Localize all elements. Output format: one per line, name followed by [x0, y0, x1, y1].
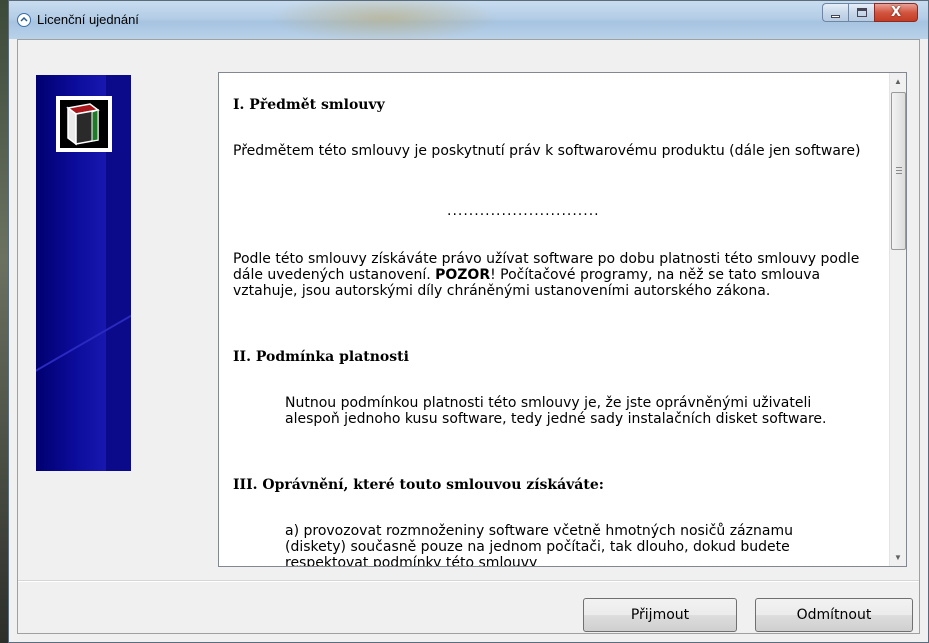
window-title: Licenční ujednání — [37, 12, 139, 27]
titlebar-background-art-red — [689, 11, 809, 39]
close-icon: X — [890, 5, 902, 20]
paragraph: a) provozovat rozmnoženiny software včet… — [285, 523, 793, 567]
app-icon[interactable] — [17, 13, 31, 27]
minimize-icon — [831, 15, 840, 18]
decline-button[interactable]: Odmítnout — [755, 598, 913, 632]
paragraph: Předmětem této smlouvy je poskytnutí prá… — [233, 143, 861, 159]
product-logo — [56, 96, 112, 152]
license-text-box[interactable]: I. Předmět smlouvy Předmětem této smlouv… — [218, 72, 907, 567]
section-heading: III. Oprávnění, které touto smlouvou zís… — [233, 477, 604, 493]
license-dialog: Licenční ujednání X I. Předmět smlouvy P… — [8, 0, 929, 643]
scroll-thumb[interactable] — [891, 92, 906, 250]
dialog-client-area: I. Předmět smlouvy Předmětem této smlouv… — [17, 39, 920, 634]
minimize-button[interactable] — [822, 3, 848, 22]
separator-dots: ............................ — [447, 203, 600, 219]
title-bar[interactable]: Licenční ujednání X — [9, 1, 928, 39]
accept-button[interactable]: Přijmout — [583, 598, 737, 632]
maximize-icon — [857, 8, 867, 17]
titlebar-background-art-letters — [319, 1, 509, 39]
warning-text: POZOR — [435, 267, 491, 283]
paragraph: Nutnou podmínkou platnosti této smlouvy … — [285, 395, 827, 427]
caption-buttons: X — [822, 3, 918, 23]
side-banner — [36, 75, 131, 471]
section-heading: I. Předmět smlouvy — [233, 97, 385, 113]
vertical-scrollbar[interactable]: ▲ ▼ — [889, 73, 906, 566]
close-button[interactable]: X — [874, 3, 918, 22]
scroll-up-arrow-icon[interactable]: ▲ — [890, 73, 906, 90]
section-heading: II. Podmínka platnosti — [233, 349, 409, 365]
paragraph: Podle této smlouvy získáváte právo užíva… — [233, 251, 873, 299]
scroll-down-arrow-icon[interactable]: ▼ — [890, 549, 906, 566]
maximize-button[interactable] — [848, 3, 874, 22]
